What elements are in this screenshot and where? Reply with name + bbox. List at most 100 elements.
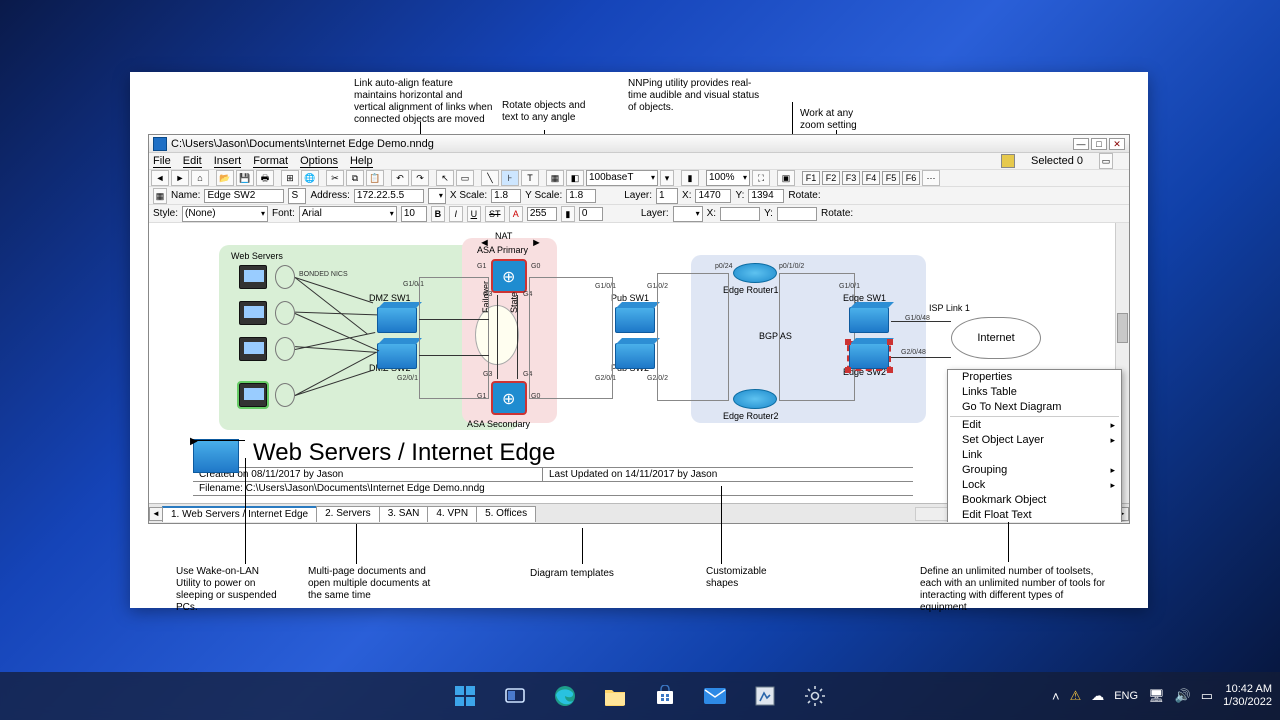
tab-page3[interactable]: 3. SAN <box>379 506 429 522</box>
addr-input[interactable] <box>354 189 424 203</box>
minimize-button[interactable]: — <box>1073 138 1089 150</box>
globe-icon[interactable]: 🌐 <box>301 170 319 186</box>
x-input[interactable] <box>695 189 731 203</box>
ctx-goto-diagram[interactable]: Go To Next Diagram <box>948 400 1121 415</box>
window-titlebar[interactable]: C:\Users\Jason\Documents\Internet Edge D… <box>149 135 1129 153</box>
ctx-grouping[interactable]: Grouping <box>948 463 1121 478</box>
zoomfit-icon[interactable]: ⛶ <box>752 170 770 186</box>
server-4[interactable] <box>239 383 267 407</box>
home-icon[interactable]: ⌂ <box>191 170 209 186</box>
start-button[interactable] <box>445 676 485 716</box>
scroll-thumb[interactable] <box>1117 313 1128 343</box>
edge-sw2-selected[interactable] <box>849 343 889 369</box>
ctx-links-table[interactable]: Links Table <box>948 385 1121 400</box>
menu-edit[interactable]: Edit <box>183 155 202 168</box>
asa-primary[interactable] <box>491 259 527 293</box>
yscale-input[interactable] <box>566 189 596 203</box>
text-icon[interactable]: T <box>521 170 539 186</box>
explorer-icon[interactable] <box>595 676 635 716</box>
dmz-sw2[interactable] <box>377 343 417 369</box>
scroll-left-icon[interactable]: ◄ <box>149 507 163 521</box>
paste-icon[interactable]: 📋 <box>366 170 384 186</box>
battery-icon[interactable]: ▭ <box>1201 688 1213 704</box>
name-input[interactable] <box>204 189 284 203</box>
selection-tool-icon[interactable]: ▭ <box>1099 153 1113 169</box>
store-icon[interactable] <box>645 676 685 716</box>
xscale-input[interactable] <box>491 189 521 203</box>
language-indicator[interactable]: ENG <box>1114 690 1138 702</box>
more-icon[interactable]: ⋯ <box>922 170 940 186</box>
zero-input[interactable] <box>579 207 603 221</box>
connector-icon[interactable]: ⊦ <box>501 170 519 186</box>
preview-icon[interactable]: ▣ <box>777 170 795 186</box>
device-icon[interactable]: ▦ <box>546 170 564 186</box>
onedrive-icon[interactable]: ☁ <box>1091 688 1104 704</box>
open-icon[interactable]: 📂 <box>216 170 234 186</box>
layer2-select[interactable] <box>673 206 703 222</box>
color-icon[interactable]: ▮ <box>681 170 699 186</box>
internet-cloud[interactable]: Internet <box>951 317 1041 359</box>
tab-page4[interactable]: 4. VPN <box>427 506 477 522</box>
close-button[interactable]: ✕ <box>1109 138 1125 150</box>
settings-icon[interactable] <box>795 676 835 716</box>
volume-icon[interactable]: 🔊 <box>1175 688 1191 704</box>
tab-page2[interactable]: 2. Servers <box>316 506 380 522</box>
menu-file[interactable]: File <box>153 155 171 168</box>
copy-icon[interactable]: ⧉ <box>346 170 364 186</box>
clock[interactable]: 10:42 AM 1/30/2022 <box>1223 683 1272 708</box>
selection-handle[interactable] <box>887 339 893 345</box>
line-icon[interactable]: ╲ <box>481 170 499 186</box>
server-2[interactable] <box>239 301 267 325</box>
edge-router2[interactable] <box>733 389 777 409</box>
style-select[interactable]: (None) <box>182 206 268 222</box>
ctx-set-layer[interactable]: Set Object Layer <box>948 433 1121 448</box>
f2-button[interactable]: F2 <box>822 171 840 185</box>
f3-button[interactable]: F3 <box>842 171 860 185</box>
tab-page5[interactable]: 5. Offices <box>476 506 536 522</box>
f6-button[interactable]: F6 <box>902 171 920 185</box>
ctx-lock[interactable]: Lock <box>948 478 1121 493</box>
layer-select[interactable]: 1 <box>656 188 678 204</box>
selection-handle[interactable] <box>887 367 893 373</box>
redo-icon[interactable]: ↷ <box>411 170 429 186</box>
italic-button[interactable]: I <box>449 206 463 222</box>
diagram-canvas[interactable]: Web Servers BONDED NICS DMZ SW1 G1/0/1 D… <box>149 223 1129 523</box>
shape-icon[interactable]: ◧ <box>566 170 584 186</box>
select-icon[interactable]: ↖ <box>436 170 454 186</box>
y2-input[interactable] <box>777 207 817 221</box>
ctx-bookmark[interactable]: Bookmark Object <box>948 493 1121 508</box>
color-swatch[interactable] <box>1001 154 1015 168</box>
back-icon[interactable]: ◄ <box>151 170 169 186</box>
edge-icon[interactable] <box>545 676 585 716</box>
fwd-icon[interactable]: ► <box>171 170 189 186</box>
drop-icon[interactable]: ▾ <box>660 170 674 186</box>
x2-input[interactable] <box>720 207 760 221</box>
f4-button[interactable]: F4 <box>862 171 880 185</box>
y-input[interactable] <box>748 189 784 203</box>
pub-sw2[interactable] <box>615 343 655 369</box>
f5-button[interactable]: F5 <box>882 171 900 185</box>
ctx-link[interactable]: Link <box>948 448 1121 463</box>
menu-options[interactable]: Options <box>300 155 338 168</box>
rect-icon[interactable]: ▭ <box>456 170 474 186</box>
edge-sw1[interactable] <box>849 307 889 333</box>
network-icon[interactable]: 🖥 <box>1148 688 1165 704</box>
save-icon[interactable]: 💾 <box>236 170 254 186</box>
server-1[interactable] <box>239 265 267 289</box>
linktype-select[interactable]: 100baseT <box>586 170 658 186</box>
security-icon[interactable]: ⚠ <box>1070 688 1082 704</box>
grid-icon[interactable]: ⊞ <box>281 170 299 186</box>
server-3[interactable] <box>239 337 267 361</box>
taskview-icon[interactable] <box>495 676 535 716</box>
fontcolor-button[interactable]: A <box>509 206 523 222</box>
pub-sw1[interactable] <box>615 307 655 333</box>
app-taskbar-icon[interactable] <box>745 676 785 716</box>
chevron-up-icon[interactable]: ˄ <box>1052 689 1060 704</box>
strike-button[interactable]: ST <box>485 206 505 222</box>
tab-page1[interactable]: 1. Web Servers / Internet Edge <box>162 506 317 522</box>
underline-button[interactable]: U <box>467 206 481 222</box>
fill-icon[interactable]: ▮ <box>561 206 575 222</box>
asa-secondary[interactable] <box>491 381 527 415</box>
cut-icon[interactable]: ✂ <box>326 170 344 186</box>
ctx-edit[interactable]: Edit <box>948 418 1121 433</box>
